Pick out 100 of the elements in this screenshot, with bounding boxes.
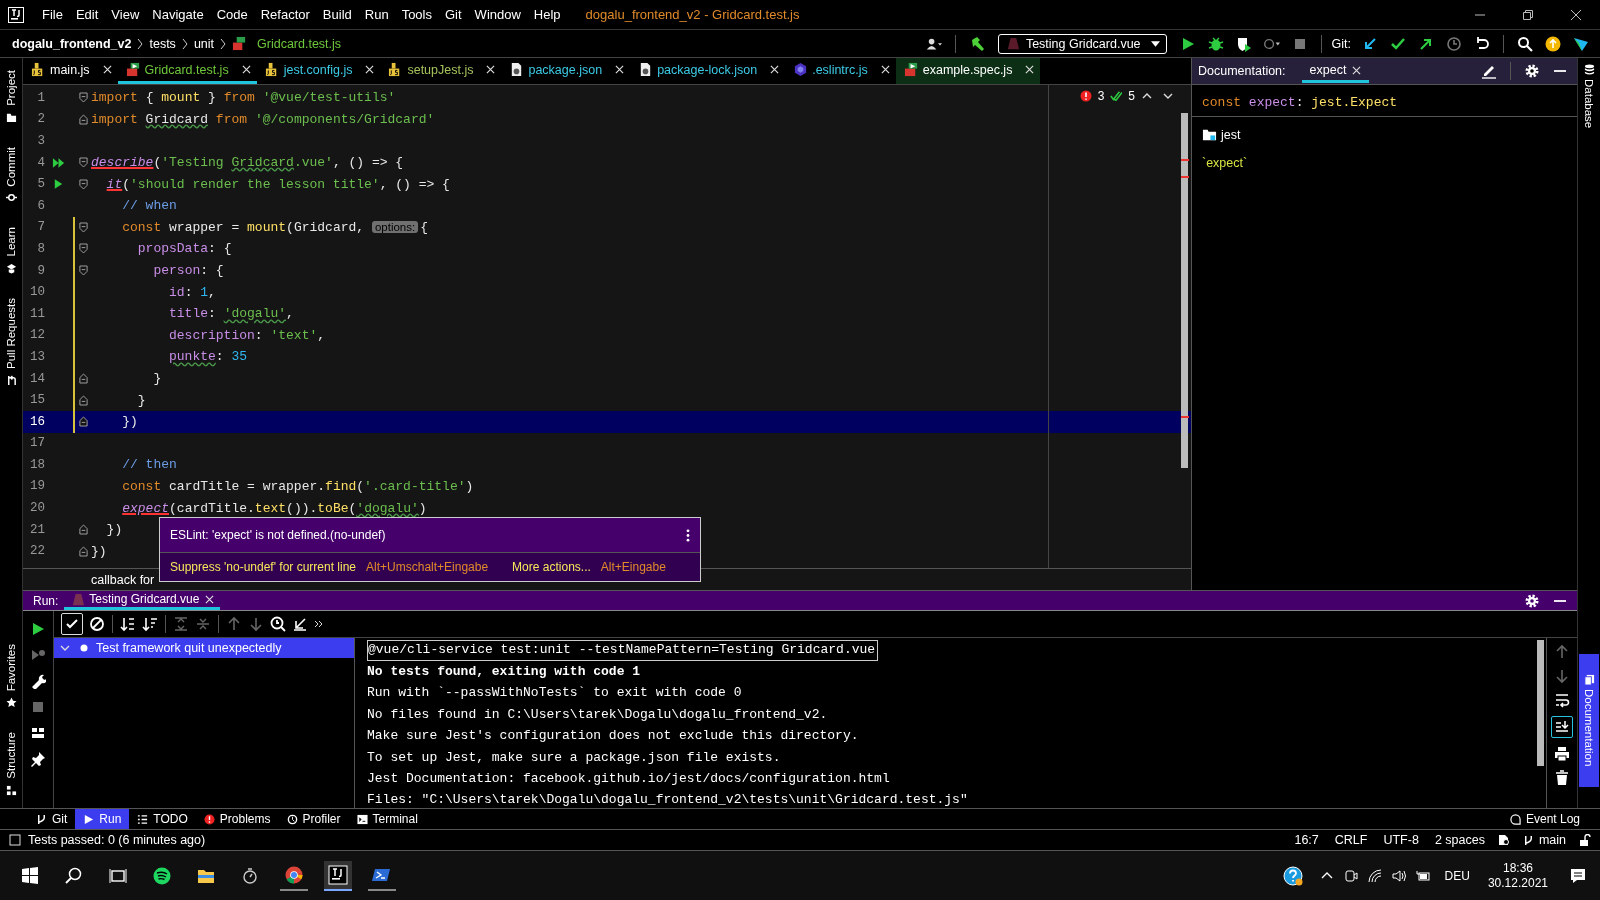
close-icon[interactable] bbox=[102, 65, 112, 74]
fold-marker-icon[interactable] bbox=[78, 265, 88, 277]
file-tab[interactable]: package.json bbox=[501, 58, 631, 84]
tool-window-tab[interactable]: Structure bbox=[5, 732, 17, 779]
event-log-button[interactable]: Event Log bbox=[1501, 809, 1588, 829]
fold-marker-icon[interactable] bbox=[78, 243, 88, 255]
run-configuration-dropdown[interactable]: Testing Gridcard.vue bbox=[997, 33, 1167, 54]
warning-count[interactable]: 5 bbox=[1128, 89, 1135, 103]
fold-marker-icon[interactable] bbox=[78, 221, 88, 233]
change-marker[interactable] bbox=[73, 216, 75, 239]
change-marker[interactable] bbox=[73, 302, 75, 325]
undo-icon[interactable] bbox=[1474, 35, 1490, 52]
show-ignored-icon[interactable] bbox=[89, 616, 105, 632]
menu-item[interactable]: Tools bbox=[401, 7, 432, 22]
fold-marker-icon[interactable] bbox=[78, 178, 88, 190]
close-icon[interactable] bbox=[1352, 65, 1362, 75]
close-icon[interactable] bbox=[486, 65, 496, 74]
quick-fix-link[interactable]: Suppress 'no-undef' for current line bbox=[170, 560, 357, 574]
file-tab[interactable]: jest.config.js bbox=[256, 58, 381, 84]
wrench-icon[interactable] bbox=[30, 673, 46, 689]
tool-window-button[interactable]: Terminal bbox=[348, 809, 426, 829]
fold-marker-icon[interactable] bbox=[78, 545, 88, 557]
error-count[interactable]: 3 bbox=[1097, 89, 1105, 103]
close-icon[interactable] bbox=[1570, 8, 1582, 21]
settings-icon[interactable] bbox=[1524, 592, 1540, 609]
battery-icon[interactable] bbox=[1415, 868, 1430, 883]
breadcrumb[interactable]: unit bbox=[193, 36, 215, 51]
close-icon[interactable] bbox=[1025, 65, 1035, 74]
sort-alpha-icon[interactable] bbox=[120, 616, 136, 632]
menu-item[interactable]: Build bbox=[322, 7, 352, 22]
layout-icon[interactable] bbox=[30, 725, 46, 741]
camera-icon[interactable] bbox=[1343, 868, 1358, 883]
change-marker[interactable] bbox=[73, 389, 75, 411]
settings-icon[interactable] bbox=[1524, 63, 1540, 79]
quick-fix-link[interactable]: More actions... bbox=[512, 560, 591, 574]
close-icon[interactable] bbox=[770, 65, 780, 74]
more-icon[interactable] bbox=[314, 619, 324, 629]
file-tab[interactable]: example.spec.js bbox=[895, 58, 1041, 84]
rerun-failed-icon[interactable] bbox=[30, 647, 46, 663]
keyboard-language[interactable]: DEU bbox=[1444, 868, 1470, 883]
menu-item[interactable]: Help bbox=[533, 7, 561, 22]
stop-icon[interactable] bbox=[30, 699, 46, 715]
change-marker[interactable] bbox=[73, 410, 75, 433]
run-tab[interactable]: Testing Gridcard.vue bbox=[64, 591, 221, 610]
tool-window-tab[interactable]: Commit bbox=[5, 146, 17, 187]
breadcrumb[interactable]: Gridcard.test.js bbox=[257, 36, 342, 51]
menu-item[interactable]: View bbox=[111, 7, 140, 22]
close-icon[interactable] bbox=[615, 65, 625, 74]
test-tree-item[interactable]: Test framework quit unexpectedly bbox=[54, 638, 354, 658]
close-icon[interactable] bbox=[365, 65, 375, 74]
change-marker[interactable] bbox=[73, 238, 75, 260]
arrow-down-icon[interactable] bbox=[1554, 668, 1570, 684]
change-marker[interactable] bbox=[73, 259, 75, 282]
fold-marker-icon[interactable] bbox=[78, 416, 88, 428]
rerun-icon[interactable] bbox=[30, 621, 46, 637]
bug-icon[interactable] bbox=[1207, 35, 1224, 52]
status-message[interactable]: Tests passed: 0 (6 minutes ago) bbox=[28, 833, 206, 847]
pin-icon[interactable] bbox=[30, 751, 46, 767]
menu-item[interactable]: Navigate bbox=[152, 7, 204, 22]
more-options-icon[interactable] bbox=[685, 528, 690, 542]
clock[interactable]: 18:36 30.12.2021 bbox=[1487, 860, 1548, 891]
change-marker[interactable] bbox=[73, 324, 75, 347]
trash-icon[interactable] bbox=[1554, 770, 1570, 786]
close-icon[interactable] bbox=[241, 65, 251, 74]
indent-setting[interactable]: 2 spaces bbox=[1434, 833, 1485, 847]
topic-tab[interactable]: expect bbox=[1301, 59, 1370, 83]
soft-wrap-icon[interactable] bbox=[1554, 692, 1570, 708]
breadcrumb[interactable]: tests bbox=[149, 36, 176, 51]
file-tab[interactable]: main.js bbox=[23, 58, 118, 84]
volume-icon[interactable] bbox=[1391, 868, 1406, 883]
scroll-to-end-icon[interactable] bbox=[1551, 716, 1573, 738]
file-encoding[interactable]: UTF-8 bbox=[1383, 833, 1419, 847]
change-marker[interactable] bbox=[73, 281, 75, 303]
caret-position[interactable]: 16:7 bbox=[1294, 833, 1319, 847]
file-tab[interactable]: package-lock.json bbox=[630, 58, 786, 84]
menu-item[interactable]: Git bbox=[445, 7, 462, 22]
restore-icon[interactable] bbox=[1522, 8, 1534, 21]
expand-all-icon[interactable] bbox=[173, 616, 189, 632]
menu-item[interactable]: Refactor bbox=[260, 7, 310, 22]
menu-item[interactable]: Window bbox=[474, 7, 521, 22]
tool-window-button[interactable]: Profiler bbox=[278, 809, 349, 829]
config-icon[interactable] bbox=[1497, 834, 1510, 846]
arrow-down-icon[interactable] bbox=[248, 616, 264, 632]
app-logo-icon[interactable] bbox=[8, 6, 24, 23]
run-all-icon[interactable] bbox=[51, 156, 65, 169]
tool-window-tab[interactable]: Documentation bbox=[1579, 654, 1599, 787]
git-branch[interactable]: main bbox=[1522, 833, 1566, 847]
fold-marker-icon[interactable] bbox=[78, 394, 88, 406]
file-tab[interactable]: setupJest.js bbox=[380, 58, 502, 84]
tool-window-button[interactable]: TODO bbox=[129, 809, 196, 829]
change-marker[interactable] bbox=[73, 346, 75, 368]
coverage-icon[interactable] bbox=[1235, 35, 1252, 52]
fold-marker-icon[interactable] bbox=[78, 373, 88, 384]
fold-marker-icon[interactable] bbox=[78, 92, 88, 104]
toolbox-icon[interactable] bbox=[1573, 35, 1589, 52]
update-badge-icon[interactable] bbox=[1545, 35, 1561, 52]
tool-window-tab[interactable]: Favorites bbox=[5, 644, 17, 692]
search-icon[interactable] bbox=[1517, 35, 1533, 52]
show-passed-toggle-icon[interactable] bbox=[61, 613, 83, 635]
update-arrow-icon[interactable] bbox=[1362, 35, 1378, 52]
